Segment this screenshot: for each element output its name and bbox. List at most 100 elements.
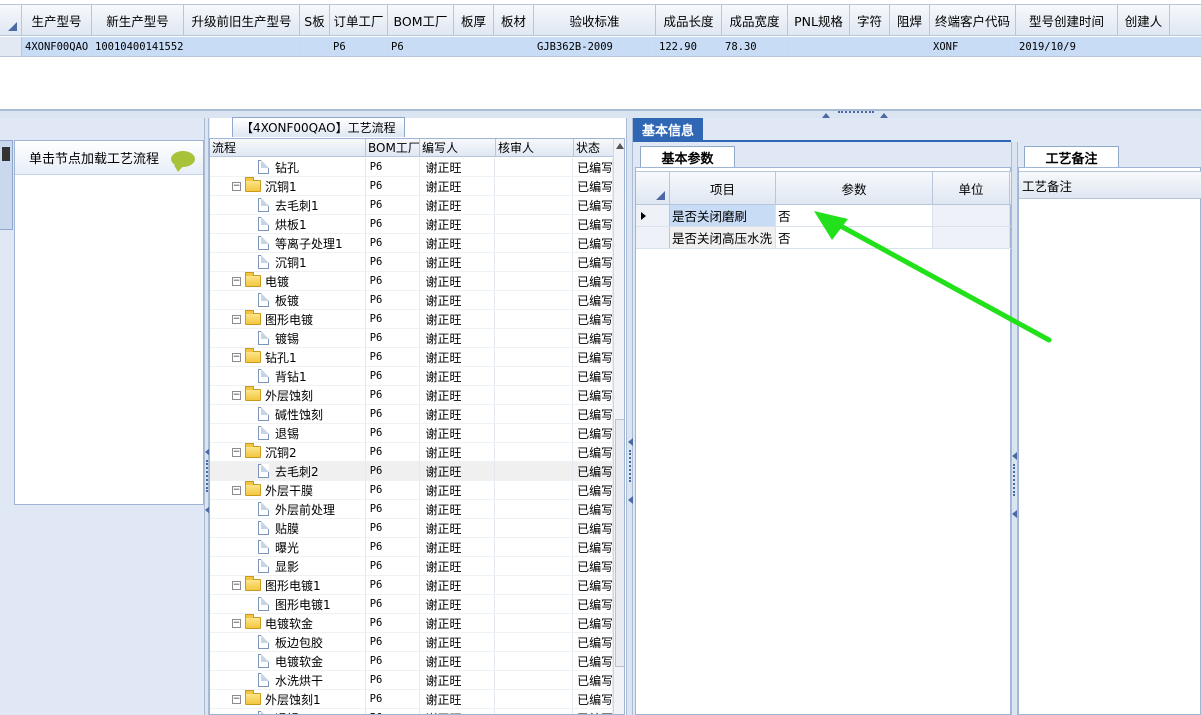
row-header[interactable]	[0, 37, 22, 56]
table-cell[interactable]: GJB362B-2009	[534, 37, 656, 56]
tab-process-notes[interactable]: 工艺备注	[1024, 146, 1119, 167]
param-value-cell[interactable]: 否	[776, 205, 933, 226]
table-cell[interactable]: P6	[388, 37, 454, 56]
column-header[interactable]: 成品宽度	[722, 5, 788, 35]
tree-row[interactable]: 电镀软金 P6 谢正旺 已编写	[210, 652, 613, 671]
collapse-toggle-icon[interactable]: −	[232, 390, 241, 400]
param-value-cell[interactable]: 否	[776, 227, 933, 248]
column-header[interactable]: 型号创建时间	[1016, 5, 1118, 35]
tree-node[interactable]: 镀锡	[210, 329, 366, 347]
middle-splitter[interactable]	[626, 118, 633, 715]
table-cell[interactable]	[788, 37, 850, 56]
column-header[interactable]: 新生产型号	[92, 5, 184, 35]
process-notes-panel[interactable]: 工艺备注	[1018, 167, 1201, 715]
collapse-toggle-icon[interactable]: −	[232, 694, 241, 704]
tree-node[interactable]: − 沉铜2	[210, 443, 366, 461]
tree-node[interactable]: − 外层干膜	[210, 481, 366, 499]
table-row[interactable]: 4XONF00QAO 10010400141552 P6 P6 GJB362B-2009…	[0, 37, 1201, 57]
table-row[interactable]: 是否关闭高压水洗否	[636, 227, 1012, 249]
tree-row[interactable]: 贴膜 P6 谢正旺 已编写	[210, 519, 613, 538]
horizontal-splitter[interactable]	[0, 110, 1201, 118]
tree-row[interactable]: − 外层干膜 P6 谢正旺 已编写	[210, 481, 613, 500]
column-header[interactable]: 创建人	[1118, 5, 1170, 35]
params-grid[interactable]: 项目 参数 单位 是否关闭磨刷否是否关闭高压水洗否	[635, 167, 1012, 715]
tree-row[interactable]: 曝光 P6 谢正旺 已编写	[210, 538, 613, 557]
collapse-toggle-icon[interactable]: −	[232, 580, 241, 590]
scroll-up-icon[interactable]	[616, 143, 624, 149]
table-cell[interactable]: 122.90	[656, 37, 722, 56]
column-header[interactable]: 订单工厂	[330, 5, 388, 35]
tree-row[interactable]: 水洗烘干 P6 谢正旺 已编写	[210, 671, 613, 690]
grid-corner-icon[interactable]	[0, 5, 22, 35]
column-header[interactable]: 状态	[574, 139, 614, 156]
column-header[interactable]: 阻焊	[890, 5, 930, 35]
tree-row[interactable]: 退锡 P6 谢正旺 已编写	[210, 424, 613, 443]
column-header[interactable]: 单位	[933, 172, 1010, 204]
param-unit-cell[interactable]	[933, 227, 1010, 248]
column-header[interactable]: PNL规格	[788, 5, 850, 35]
scrollbar-thumb[interactable]	[615, 419, 624, 667]
tree-row[interactable]: 碱性蚀刻 P6 谢正旺 已编写	[210, 405, 613, 424]
splitter-grip-icon[interactable]	[1013, 464, 1016, 496]
tree-node[interactable]: 去毛刺2	[210, 462, 366, 480]
column-header[interactable]: 升级前旧生产型号	[184, 5, 300, 35]
collapse-left-icon[interactable]	[1012, 452, 1017, 460]
tree-node[interactable]: − 外层蚀刻	[210, 386, 366, 404]
tree-row[interactable]: 板镀 P6 谢正旺 已编写	[210, 291, 613, 310]
tree-node[interactable]: 碱性蚀刻	[210, 405, 366, 423]
tree-row[interactable]: − 图形电镀 P6 谢正旺 已编写	[210, 310, 613, 329]
tree-vertical-scrollbar[interactable]	[613, 139, 624, 714]
column-header[interactable]: S板	[300, 5, 330, 35]
column-header[interactable]: 参数	[776, 172, 933, 204]
column-header[interactable]: 流程	[210, 139, 366, 156]
tree-row[interactable]: 图形电镀1 P6 谢正旺 已编写	[210, 595, 613, 614]
collapse-toggle-icon[interactable]: −	[232, 276, 241, 286]
tree-row[interactable]: 显影 P6 谢正旺 已编写	[210, 557, 613, 576]
table-cell[interactable]	[184, 37, 300, 56]
table-cell[interactable]: 2019/10/9	[1016, 37, 1118, 56]
collapse-toggle-icon[interactable]: −	[232, 314, 241, 324]
collapse-toggle-icon[interactable]: −	[232, 447, 241, 457]
collapse-toggle-icon[interactable]: −	[232, 352, 241, 362]
column-header[interactable]: 成品长度	[656, 5, 722, 35]
collapse-toggle-icon[interactable]: −	[232, 485, 241, 495]
right-splitter[interactable]	[1011, 142, 1018, 715]
param-item-cell[interactable]: 是否关闭磨刷	[670, 205, 776, 226]
table-cell[interactable]	[890, 37, 930, 56]
grid-corner-icon[interactable]	[636, 172, 670, 204]
tree-node[interactable]: 外层前处理	[210, 500, 366, 518]
tree-node[interactable]: 沉铜1	[210, 253, 366, 271]
row-header[interactable]	[636, 227, 670, 248]
tree-node[interactable]: − 电镀	[210, 272, 366, 290]
tree-node[interactable]: 退锡	[210, 424, 366, 442]
tree-node[interactable]: 等离子处理1	[210, 234, 366, 252]
column-header[interactable]: BOM工厂	[388, 5, 454, 35]
tree-row[interactable]: 外层前处理 P6 谢正旺 已编写	[210, 500, 613, 519]
column-header[interactable]: 生产型号	[22, 5, 92, 35]
tree-grid-body[interactable]: 钻孔 P6 谢正旺 已编写 − 沉铜1 P6 谢正旺 已编写 去毛刺1 P6 谢正旺 已编写 烘板1 P6 谢…	[210, 158, 613, 714]
row-header[interactable]	[636, 205, 670, 226]
tree-node[interactable]: − 外层蚀刻1	[210, 690, 366, 708]
collapse-left-icon[interactable]	[1012, 510, 1017, 518]
tree-row[interactable]: − 沉铜1 P6 谢正旺 已编写	[210, 177, 613, 196]
table-cell[interactable]	[300, 37, 330, 56]
tree-row[interactable]: 镀锡 P6 谢正旺 已编写	[210, 329, 613, 348]
column-header[interactable]: 验收标准	[534, 5, 656, 35]
tree-row[interactable]: 退锡1 P6谢正旺 已编写	[210, 709, 613, 714]
params-grid-body[interactable]: 是否关闭磨刷否是否关闭高压水洗否	[636, 205, 1012, 249]
table-cell[interactable]: P6	[330, 37, 388, 56]
tree-node[interactable]: − 沉铜1	[210, 177, 366, 195]
process-tree-grid[interactable]: 流程 BOM工厂 编写人 核审人 状态 钻孔 P6 谢正旺 已编写 − 沉铜1 P6 谢正旺 已编写 去毛…	[209, 138, 625, 715]
tree-node[interactable]: 显影	[210, 557, 366, 575]
collapse-toggle-icon[interactable]: −	[232, 618, 241, 628]
tree-row[interactable]: − 图形电镀1 P6 谢正旺 已编写	[210, 576, 613, 595]
tree-row[interactable]: − 钻孔1 P6 谢正旺 已编写	[210, 348, 613, 367]
tree-node[interactable]: 曝光	[210, 538, 366, 556]
tree-node[interactable]: 贴膜	[210, 519, 366, 537]
tree-row[interactable]: 钻孔 P6 谢正旺 已编写	[210, 158, 613, 177]
table-row[interactable]: 是否关闭磨刷否	[636, 205, 1012, 227]
tree-node[interactable]: 水洗烘干	[210, 671, 366, 689]
table-cell[interactable]	[494, 37, 534, 56]
table-cell[interactable]	[850, 37, 890, 56]
tree-node[interactable]: 图形电镀1	[210, 595, 366, 613]
